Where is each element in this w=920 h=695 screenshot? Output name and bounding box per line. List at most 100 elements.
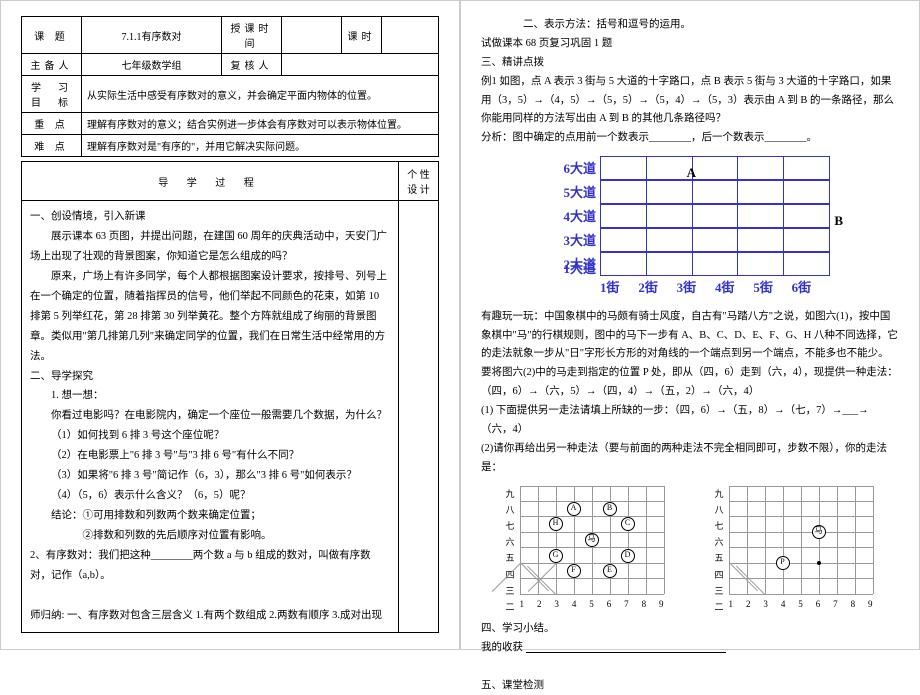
topic-value: 7.1.1有序数对 xyxy=(82,17,222,54)
goal-value: 从实际生活中感受有序数对的意义，并会确定平面内物体的位置。 xyxy=(82,76,439,113)
h-label: 9 xyxy=(659,596,664,612)
v-label: 五 xyxy=(506,550,515,566)
marker-b: B xyxy=(834,209,843,232)
v-label: 三 xyxy=(506,583,515,599)
h-label: 9 xyxy=(868,596,873,612)
h-label: 3 xyxy=(763,596,768,612)
reviewer-value xyxy=(282,54,439,76)
piece-c: C xyxy=(621,517,635,531)
section4-title: 四、学习小结。 xyxy=(481,620,899,639)
design-column xyxy=(399,201,439,633)
h-label: 5 xyxy=(589,596,594,612)
piece-h: H xyxy=(549,517,563,531)
reviewer-label: 复核人 xyxy=(222,54,282,76)
h-label: 4 xyxy=(572,596,577,612)
h-label: 7 xyxy=(624,596,629,612)
row-label: 6大道 xyxy=(550,157,600,180)
q3-text: （2）在电影票上"6 排 3 号"与"3 排 6 号"有什么不同？ xyxy=(30,446,390,466)
v-label: 二 xyxy=(715,599,724,615)
col-label: 6街 xyxy=(792,276,830,299)
row-label: 3大道 xyxy=(550,229,600,252)
analysis: 分析：图中确定的点用前一个数表示________，后一个数表示________。 xyxy=(481,129,899,148)
v-label: 六 xyxy=(506,534,515,550)
section2-title: 二、导学探究 xyxy=(30,367,390,387)
piece-g: G xyxy=(549,549,563,563)
definition: 2、有序数对：我们把这种________两个数 a 与 b 组成的数对，叫做有序… xyxy=(30,546,390,586)
diff-label: 难 点 xyxy=(22,135,82,157)
h-label: 7 xyxy=(833,596,838,612)
v-label: 六 xyxy=(715,534,724,550)
teacher-summary: 师归纳: 一、有序数对包含三层含义 1.有两个数组成 2.两数有顺序 3.成对出… xyxy=(30,606,390,626)
piece-a: A xyxy=(567,502,581,516)
presenter-label: 主备人 xyxy=(22,54,82,76)
goal-label: 学 习 目 标 xyxy=(22,76,82,113)
h-label: 2 xyxy=(746,596,751,612)
section3-title: 三、精讲点拨 xyxy=(481,54,899,73)
v-label: 八 xyxy=(715,502,724,518)
diff-value: 理解有序数对是"有序的"，并用它解决实际问题。 xyxy=(82,135,439,157)
h-label: 1 xyxy=(729,596,734,612)
piece-p: P xyxy=(776,556,790,570)
time-value xyxy=(282,17,342,54)
section5-title: 五、课堂检测 xyxy=(481,677,899,695)
chess-boards: 九 八 七 六 五 四 三 二 马 A B C D xyxy=(481,486,899,612)
period-label: 课时 xyxy=(342,17,382,54)
h-label: 1 xyxy=(520,596,525,612)
piece-b: B xyxy=(603,502,617,516)
conclusion1: 结论：①可用排数和列数两个数来确定位置； xyxy=(30,506,390,526)
h-label: 3 xyxy=(554,596,559,612)
design-label: 个 性 设 计 xyxy=(399,162,439,201)
period-value xyxy=(382,17,439,54)
fun-exercise: 有趣玩一玩：中国象棋中的马颇有骑士风度，自古有"马踏八方"之说，如图六(1)，按… xyxy=(481,308,899,402)
lesson-header-table: 课 题 7.1.1有序数对 授课时间 课时 主备人 七年级数学组 复核人 学 习… xyxy=(21,16,439,157)
v-label: 八 xyxy=(506,502,515,518)
col-label: 3街 xyxy=(677,276,715,299)
h-label: 6 xyxy=(816,596,821,612)
process-label: 导 学 过 程 xyxy=(22,162,399,201)
v-label: 五 xyxy=(715,550,724,566)
presenter-value: 七年级数学组 xyxy=(82,54,222,76)
h-label: 2 xyxy=(537,596,542,612)
topic-label: 课 题 xyxy=(22,17,82,54)
row-label: 4大道 xyxy=(550,205,600,228)
key-label: 重 点 xyxy=(22,113,82,135)
piece-ma2: 马 xyxy=(812,525,826,539)
q1-text: 你看过电影吗？在电影院内，确定一个座位一般需要几个数据，为什么？ xyxy=(30,406,390,426)
r-method: 二、表示方法：括号和逗号的运用。 xyxy=(481,16,899,35)
v-label: 二 xyxy=(506,599,515,615)
section1-p1: 展示课本 63 页图，并提出问题，在建国 60 周年的庆典活动中，天安门广场上出… xyxy=(30,227,390,267)
h-label: 8 xyxy=(642,596,647,612)
piece-ma: 马 xyxy=(585,533,599,547)
col-label: 5街 xyxy=(753,276,791,299)
row-label: 5大道 xyxy=(550,181,600,204)
r-practice: 试做课本 68 页复习巩固 1 题 xyxy=(481,35,899,54)
chess-dot xyxy=(817,561,821,565)
col-label: 1街 xyxy=(600,276,638,299)
process-header: 导 学 过 程 个 性 设 计 xyxy=(21,161,439,201)
v-label: 九 xyxy=(506,486,515,502)
col-label: 4街 xyxy=(715,276,753,299)
q4-text: （3）如果将"6 排 3 号"简记作（6，3），那么"3 排 6 号"如何表示？ xyxy=(30,466,390,486)
street-grid-diagram: 6大道A 5大道 4大道B 3大道 2大道 1大道 1街 2街 3街 4街 5街… xyxy=(550,156,830,299)
v-label: 三 xyxy=(715,583,724,599)
h-label: 4 xyxy=(781,596,786,612)
example1: 例1 如图，点 A 表示 3 街与 5 大道的十字路口，点 B 表示 5 街与 … xyxy=(481,73,899,130)
v-label: 七 xyxy=(715,518,724,534)
q2-text: （1）如何找到 6 排 3 号这个座位呢？ xyxy=(30,426,390,446)
chess-board-1: 九 八 七 六 五 四 三 二 马 A B C D xyxy=(506,486,666,612)
col-label: 2街 xyxy=(638,276,676,299)
h-label: 8 xyxy=(851,596,856,612)
piece-f: F xyxy=(567,564,581,578)
blank-line xyxy=(526,641,726,653)
v-label: 七 xyxy=(506,518,515,534)
q1-title: 1. 想一想： xyxy=(30,386,390,406)
h-label: 6 xyxy=(607,596,612,612)
key-value: 理解有序数对的意义；结合实例进一步体会有序数对可以表示物体位置。 xyxy=(82,113,439,135)
fun-q2: (2)请你再给出另一种走法（要与前面的两种走法不完全相同即可，步数不限），你的走… xyxy=(481,440,899,478)
piece-e: E xyxy=(603,564,617,578)
v-label: 四 xyxy=(715,567,724,583)
q5-text: （4）（5，6）表示什么含义？（6，5）呢？ xyxy=(30,486,390,506)
fun-q1: (1) 下面提供另一走法请填上所缺的一步：（四，6）→（五，8）→（七，7）→_… xyxy=(481,402,899,440)
conclusion2: ②排数和列数的先后顺序对位置有影响。 xyxy=(30,526,390,546)
content-main: 一、创设情境，引入新课 展示课本 63 页图，并提出问题，在建国 60 周年的庆… xyxy=(21,201,399,633)
